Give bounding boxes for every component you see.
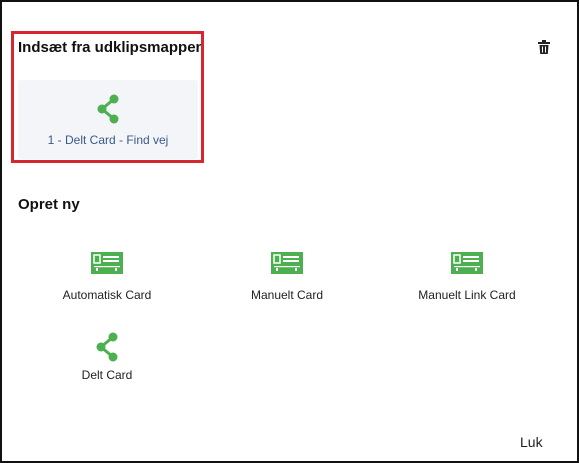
create-option-label: Manuelt Card bbox=[250, 288, 324, 302]
trash-icon[interactable] bbox=[538, 40, 552, 56]
create-manual-card[interactable]: Manuelt Card bbox=[212, 252, 362, 322]
create-shared-card[interactable]: Delt Card bbox=[32, 332, 182, 402]
card-icon bbox=[91, 252, 123, 274]
dialog: Indsæt fra udklipsmappen 1 - Delt Card -… bbox=[0, 0, 579, 463]
clipboard-item-label: 1 - Delt Card - Find vej bbox=[47, 133, 169, 147]
card-icon bbox=[271, 252, 303, 274]
share-icon bbox=[96, 332, 118, 362]
create-manual-link-card[interactable]: Manuelt Link Card bbox=[392, 252, 542, 322]
share-icon bbox=[97, 94, 119, 129]
create-option-label: Delt Card bbox=[81, 368, 133, 382]
create-option-label: Manuelt Link Card bbox=[418, 288, 516, 302]
create-title: Opret ny bbox=[18, 196, 80, 213]
create-option-label: Automatisk Card bbox=[62, 288, 152, 302]
clipboard-item[interactable]: 1 - Delt Card - Find vej bbox=[18, 80, 198, 159]
card-icon bbox=[451, 252, 483, 274]
create-automatic-card[interactable]: Automatisk Card bbox=[32, 252, 182, 322]
close-button[interactable]: Luk bbox=[512, 430, 551, 454]
